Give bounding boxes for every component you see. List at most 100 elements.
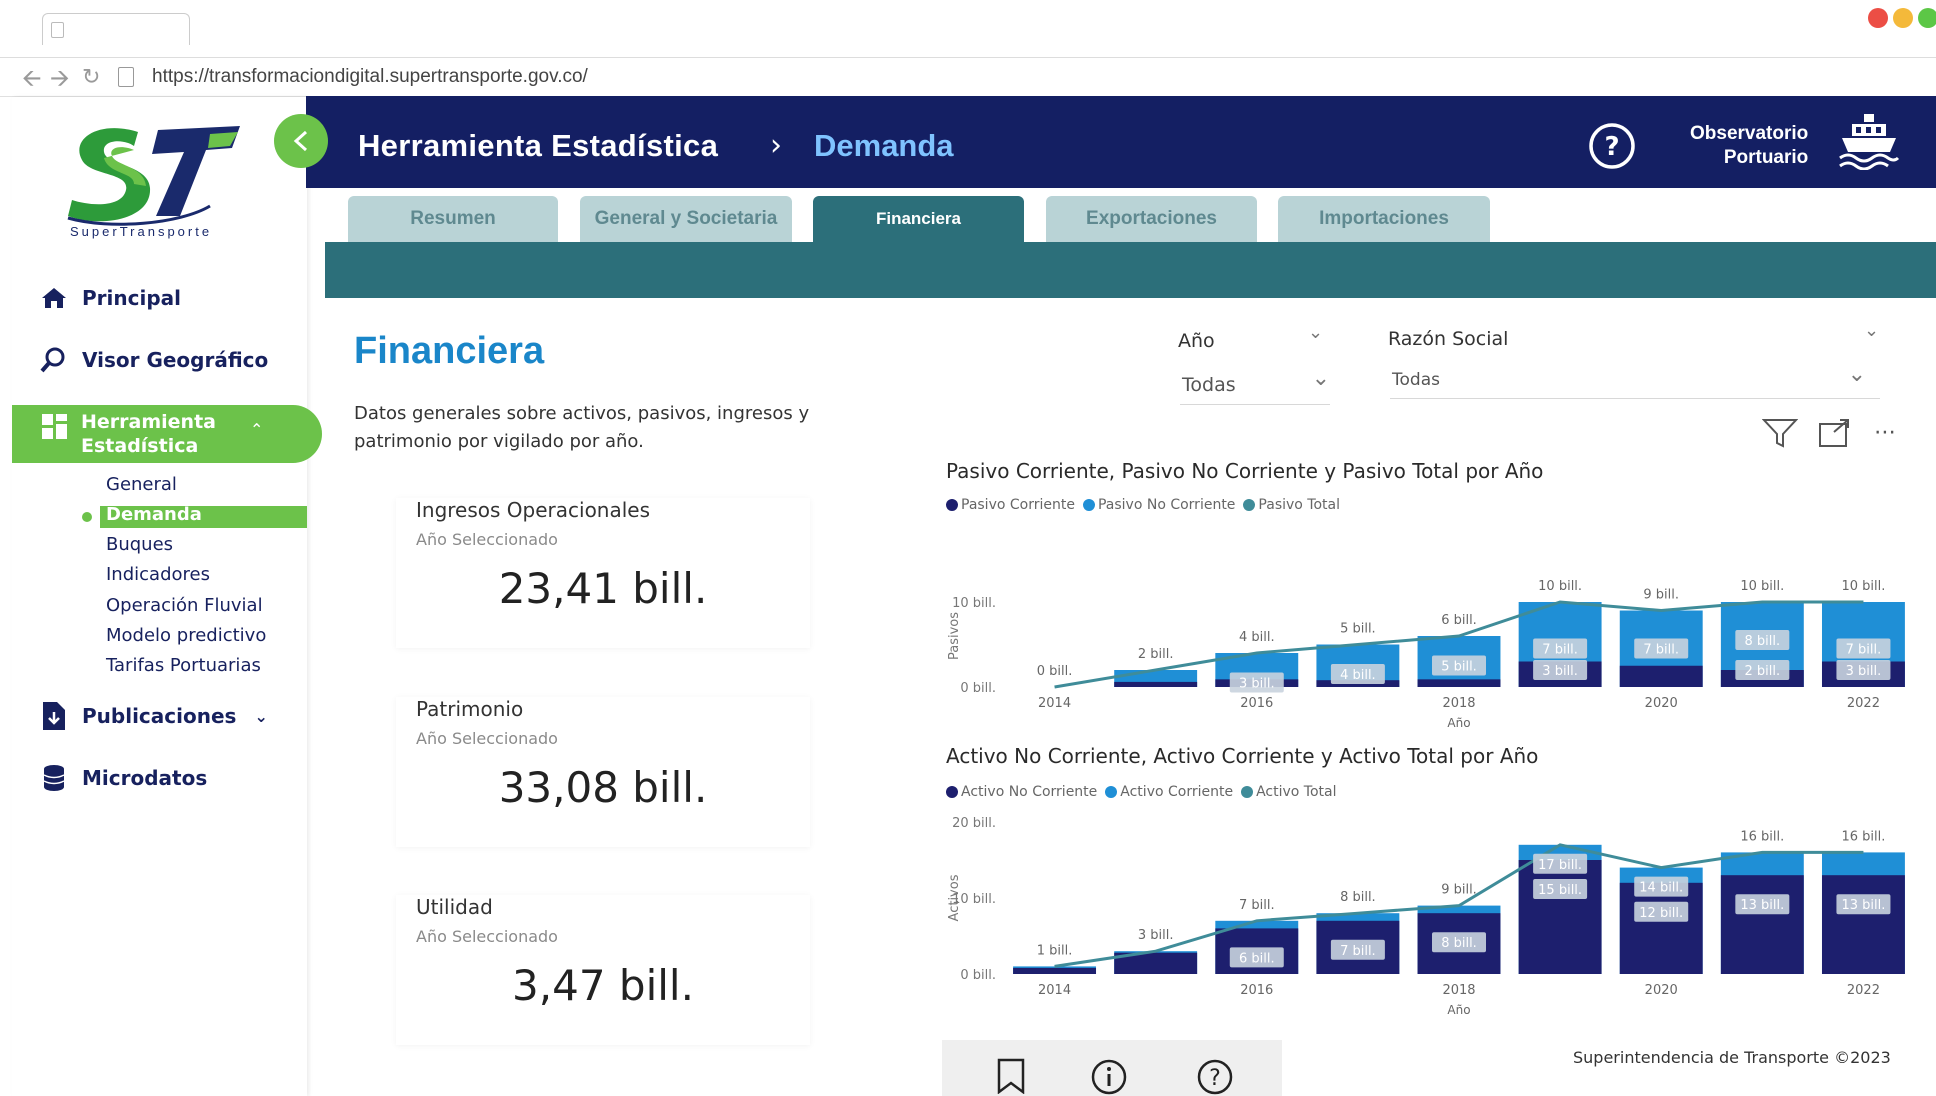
bar-segment-dark	[1417, 679, 1501, 687]
tab-exportaciones[interactable]: Exportaciones	[1046, 196, 1257, 242]
kpi-card-ingresos: Ingresos Operacionales Año Seleccionado …	[396, 498, 810, 648]
data-label: 4 bill.	[1340, 668, 1376, 683]
kpi-value: 3,47 bill.	[512, 961, 694, 1010]
chart-activos: Activo No Corriente, Activo Corriente y …	[940, 742, 1930, 1027]
observatorio-line2: Portuario	[1723, 147, 1809, 168]
home-icon	[40, 284, 68, 312]
x-tick-label: 2022	[1847, 696, 1880, 711]
data-label: 10 bill.	[1841, 579, 1885, 594]
data-label: 8 bill.	[1745, 634, 1781, 649]
data-label: 16 bill.	[1740, 829, 1784, 844]
data-label: 3 bill.	[1542, 664, 1578, 679]
sidebar-subitem-indicadores[interactable]: Indicadores	[106, 564, 210, 585]
sidebar-subitem-general[interactable]: General	[106, 474, 177, 495]
tab-resumen[interactable]: Resumen	[348, 196, 558, 242]
close-window-icon[interactable]	[1868, 8, 1888, 28]
data-label: 15 bill.	[1538, 883, 1582, 898]
back-arrow-icon[interactable]: 🡨	[22, 66, 42, 90]
page-icon	[51, 22, 64, 38]
sidebar-item-label: Microdatos	[82, 766, 208, 790]
bookmark-icon[interactable]	[996, 1058, 1026, 1096]
data-label: 3 bill.	[1138, 928, 1174, 943]
data-label: 7 bill.	[1239, 898, 1275, 913]
data-label: 13 bill.	[1841, 898, 1885, 913]
browser-tab[interactable]	[42, 13, 190, 45]
tab-importaciones[interactable]: Importaciones	[1278, 196, 1490, 242]
filter-icon[interactable]	[1761, 418, 1799, 452]
x-tick-label: 2018	[1442, 696, 1475, 711]
tab-band	[325, 242, 1936, 298]
data-label: 0 bill.	[1037, 664, 1073, 679]
chevron-down-icon[interactable]: ⌄	[1308, 322, 1323, 343]
chevron-up-icon[interactable]: ⌃	[250, 420, 263, 439]
observatorio-portuario-label: Observatorio Portuario	[1690, 122, 1808, 170]
ship-icon	[1838, 112, 1900, 174]
minimize-window-icon[interactable]	[1893, 8, 1913, 28]
data-label: 5 bill.	[1340, 622, 1376, 637]
header-title: Herramienta Estadística	[358, 128, 719, 163]
company-select[interactable]: Todas ⌄	[1390, 360, 1880, 400]
x-axis-label: Año	[1447, 716, 1470, 730]
dashboard-icon	[42, 414, 68, 444]
data-label: 1 bill.	[1037, 943, 1073, 958]
data-label: 10 bill.	[1740, 579, 1784, 594]
breadcrumb-separator-icon: ›	[770, 128, 782, 163]
url-text[interactable]: https://transformaciondigital.supertrans…	[152, 66, 588, 88]
x-tick-label: 2016	[1240, 696, 1273, 711]
kpi-subtitle: Año Seleccionado	[416, 927, 558, 946]
kpi-title: Ingresos Operacionales	[416, 498, 651, 522]
x-tick-label: 2020	[1645, 696, 1678, 711]
supertransporte-logo[interactable]: SuperTransporte	[60, 120, 260, 245]
bar-segment-dark	[1518, 860, 1602, 974]
database-icon	[40, 764, 68, 792]
company-select-value: Todas	[1392, 370, 1440, 390]
sidebar-subitem-demanda[interactable]: Demanda	[106, 504, 202, 525]
data-label: 3 bill.	[1846, 664, 1882, 679]
info-icon[interactable]	[1090, 1058, 1128, 1096]
chevron-down-icon[interactable]: ⌄	[1864, 320, 1879, 341]
forward-arrow-icon[interactable]: 🡪	[50, 66, 70, 90]
tab-general-societaria[interactable]: General y Societaria	[580, 196, 792, 242]
year-filter-label: Año	[1178, 330, 1215, 352]
focus-mode-icon[interactable]	[1818, 418, 1850, 452]
sidebar-item-visor-geografico[interactable]: Visor Geográfico	[40, 346, 268, 374]
chevron-left-icon	[293, 130, 308, 152]
header-page-name: Demanda	[814, 128, 954, 163]
footer-copyright: Superintendencia de Transporte ©2023	[1573, 1048, 1891, 1067]
data-label: 4 bill.	[1239, 630, 1275, 645]
more-options-icon[interactable]: ⋯	[1874, 420, 1898, 445]
chevron-down-icon: ⌄	[1311, 366, 1330, 391]
chevron-down-icon[interactable]: ⌄	[254, 707, 267, 726]
help-icon[interactable]: ?	[1196, 1058, 1234, 1096]
sidebar-item-principal[interactable]: Principal	[40, 284, 181, 312]
maximize-window-icon[interactable]	[1918, 8, 1936, 28]
data-label: 3 bill.	[1239, 677, 1275, 692]
y-tick-label: 0 bill.	[960, 968, 996, 983]
data-label: 2 bill.	[1138, 647, 1174, 662]
data-label: 7 bill.	[1340, 944, 1376, 959]
collapse-sidebar-button[interactable]	[274, 114, 328, 168]
data-label: 8 bill.	[1441, 936, 1477, 951]
data-label: 8 bill.	[1340, 890, 1376, 905]
sidebar-subitem-operacion-fluvial[interactable]: Operación Fluvial	[106, 595, 263, 616]
reload-icon[interactable]: ↻	[82, 66, 100, 90]
kpi-value: 33,08 bill.	[498, 763, 708, 812]
sidebar-subitem-modelo-predictivo[interactable]: Modelo predictivo	[106, 625, 266, 646]
y-axis-label: Activos	[947, 874, 962, 921]
y-tick-label: 0 bill.	[960, 681, 996, 696]
sidebar-item-microdatos[interactable]: Microdatos	[40, 764, 207, 792]
x-tick-label: 2014	[1038, 696, 1071, 711]
year-select[interactable]: Todas ⌄	[1180, 362, 1330, 402]
help-icon[interactable]: ?	[1588, 122, 1636, 174]
kpi-title: Patrimonio	[416, 697, 524, 721]
data-label: 9 bill.	[1643, 588, 1679, 603]
sidebar-subitem-buques[interactable]: Buques	[106, 534, 173, 555]
divider	[1390, 398, 1880, 399]
sidebar-subitem-tarifas-portuarias[interactable]: Tarifas Portuarias	[106, 655, 261, 676]
x-tick-label: 2020	[1645, 983, 1678, 998]
data-label: 12 bill.	[1639, 906, 1683, 921]
document-download-icon	[40, 702, 68, 730]
tab-financiera[interactable]: Financiera	[813, 196, 1024, 242]
sidebar-item-label: Herramienta Estadística	[81, 411, 216, 457]
sidebar-item-publicaciones[interactable]: Publicaciones ⌄	[40, 702, 268, 730]
